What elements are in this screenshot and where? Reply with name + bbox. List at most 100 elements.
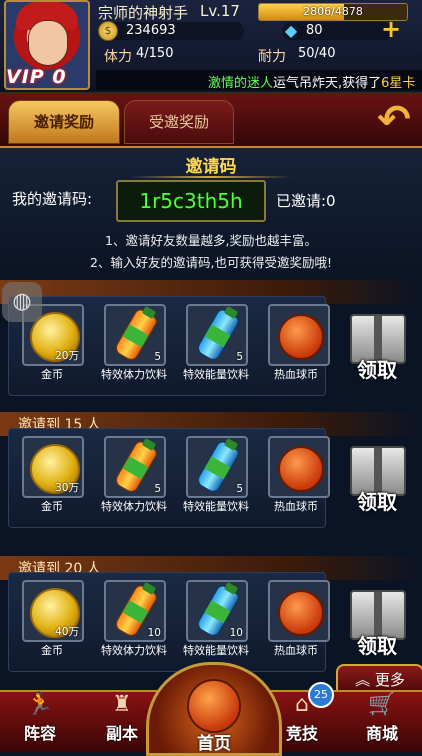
endurance-value: 50/40 [298, 46, 336, 61]
item-quantity: 5 [236, 351, 243, 363]
nav-compete-label: 竞技 [285, 724, 318, 743]
invite-code-box[interactable]: 1r5c3th5h [116, 180, 266, 222]
invited-count: 已邀请:0 [276, 192, 336, 210]
reward-item[interactable]: 30万 [22, 436, 84, 498]
bottle-cap [141, 582, 157, 595]
item-name: 特效能量饮料 [183, 500, 249, 513]
marquee-text: 激情的迷人运气吊炸天,获得了6星卡 [208, 72, 415, 90]
player-level: Lv.17 [200, 2, 240, 20]
marquee-player-name: 激情的迷人 [208, 76, 274, 90]
item-name: 金币 [41, 644, 63, 657]
tab-invite-reward[interactable]: 邀请奖励 [8, 100, 120, 144]
orange-drink-icon [113, 306, 159, 363]
nav-lineup[interactable]: 🏃 阵容 [0, 690, 80, 750]
invite-tip-2: 2、输入好友的邀请码,也可获得受邀奖励哦! [90, 255, 332, 270]
item-quantity: 30万 [55, 482, 79, 494]
marquee-reward: 6星卡 [381, 76, 416, 90]
item-name: 特效体力饮料 [101, 368, 167, 381]
back-arrow-icon[interactable]: ↶ [372, 98, 416, 142]
collect-button[interactable]: 领取 [344, 446, 410, 516]
item-quantity: 40万 [55, 626, 79, 638]
reward-item[interactable] [268, 580, 330, 642]
assistive-touch-icon[interactable]: ◍ [2, 282, 42, 322]
my-code-label: 我的邀请码: [12, 190, 93, 208]
marquee-message: 运气吊炸天,获得了 [273, 76, 382, 90]
collect-button[interactable]: 领取 [344, 314, 410, 384]
bottle-label [122, 324, 149, 348]
collect-label: 领取 [357, 490, 397, 514]
invite-tip-1: 1、邀请好友数量越多,奖励也越丰富。 [105, 233, 317, 248]
gem-value: 80 [306, 23, 323, 38]
coin-icon: $ [98, 21, 118, 41]
item-name: 特效能量饮料 [183, 368, 249, 381]
invite-code-title: 邀请码 [185, 157, 237, 177]
reward-item[interactable]: 5 [104, 304, 166, 366]
reward-item[interactable]: 5 [186, 436, 248, 498]
invite-code-value: 1r5c3th5h [139, 189, 243, 213]
nav-home-label: 首页 [197, 734, 231, 754]
bottle-cap [223, 306, 239, 319]
reward-item[interactable]: 10 [186, 580, 248, 642]
bottle-cap [223, 438, 239, 451]
item-name: 特效能量饮料 [183, 644, 249, 657]
gem-counter: ◆ 80 [282, 22, 392, 40]
nav-lineup-label: 阵容 [23, 724, 56, 743]
avatar-face [28, 20, 68, 66]
basketball-coin-icon [278, 446, 324, 492]
diamond-icon: ◆ [284, 21, 298, 40]
item-quantity: 10 [229, 627, 243, 639]
item-name: 特效体力饮料 [101, 644, 167, 657]
reward-item[interactable]: 40万 [22, 580, 84, 642]
item-name: 特效体力饮料 [101, 500, 167, 513]
reward-item[interactable]: 5 [186, 304, 248, 366]
item-name: 金币 [41, 368, 63, 381]
item-quantity: 20万 [55, 350, 79, 362]
item-quantity: 5 [154, 351, 161, 363]
basketball-icon [187, 679, 241, 733]
item-name: 热血球币 [274, 368, 318, 381]
bottle-label [204, 324, 231, 348]
basketball-coin-icon [278, 590, 324, 636]
runner-icon: 🏃 [26, 692, 54, 717]
item-quantity: 10 [147, 627, 161, 639]
item-name: 金币 [41, 500, 63, 513]
bottle-label [204, 456, 231, 480]
player-name: 宗师的神射手 [98, 4, 189, 22]
tab-invited-reward[interactable]: 受邀奖励 [124, 100, 234, 144]
bottle-cap [141, 438, 157, 451]
item-quantity: 5 [236, 483, 243, 495]
orange-drink-icon [113, 438, 159, 495]
collect-label: 领取 [357, 358, 397, 382]
blue-drink-icon [195, 306, 241, 363]
title-divider [130, 176, 292, 178]
item-name: 热血球币 [274, 500, 318, 513]
bottle-label [122, 600, 149, 624]
item-name: 热血球币 [274, 644, 318, 657]
compete-badge: 25 [308, 682, 334, 708]
reward-item[interactable]: 5 [104, 436, 166, 498]
add-gems-button[interactable]: + [380, 17, 402, 41]
bottle-label [122, 456, 149, 480]
item-quantity: 5 [154, 483, 161, 495]
basketball-coin-icon [278, 314, 324, 360]
nav-shop-label: 商城 [365, 724, 398, 743]
bottle-cap [141, 306, 157, 319]
nav-shop[interactable]: 🛒 商城 [342, 690, 422, 750]
reward-item[interactable] [268, 304, 330, 366]
vip-label[interactable]: VIP 0 [6, 66, 67, 88]
announcement-marquee: 激情的迷人运气吊炸天,获得了6星卡 [96, 70, 422, 90]
collect-button[interactable]: 领取 [344, 590, 410, 660]
blue-drink-icon [195, 438, 241, 495]
stamina-value: 4/150 [136, 46, 174, 61]
bottle-cap [223, 582, 239, 595]
collect-label: 领取 [357, 634, 397, 658]
bottle-label [204, 600, 231, 624]
stamina-label: 体力 [104, 49, 132, 65]
endurance-label: 耐力 [258, 49, 286, 65]
reward-item[interactable] [268, 436, 330, 498]
coin-counter: $ 234693 [98, 21, 244, 41]
coin-value: 234693 [126, 23, 176, 38]
reward-item[interactable]: 10 [104, 580, 166, 642]
more-label: 更多 [374, 671, 405, 689]
cart-icon: 🛒 [368, 692, 396, 717]
